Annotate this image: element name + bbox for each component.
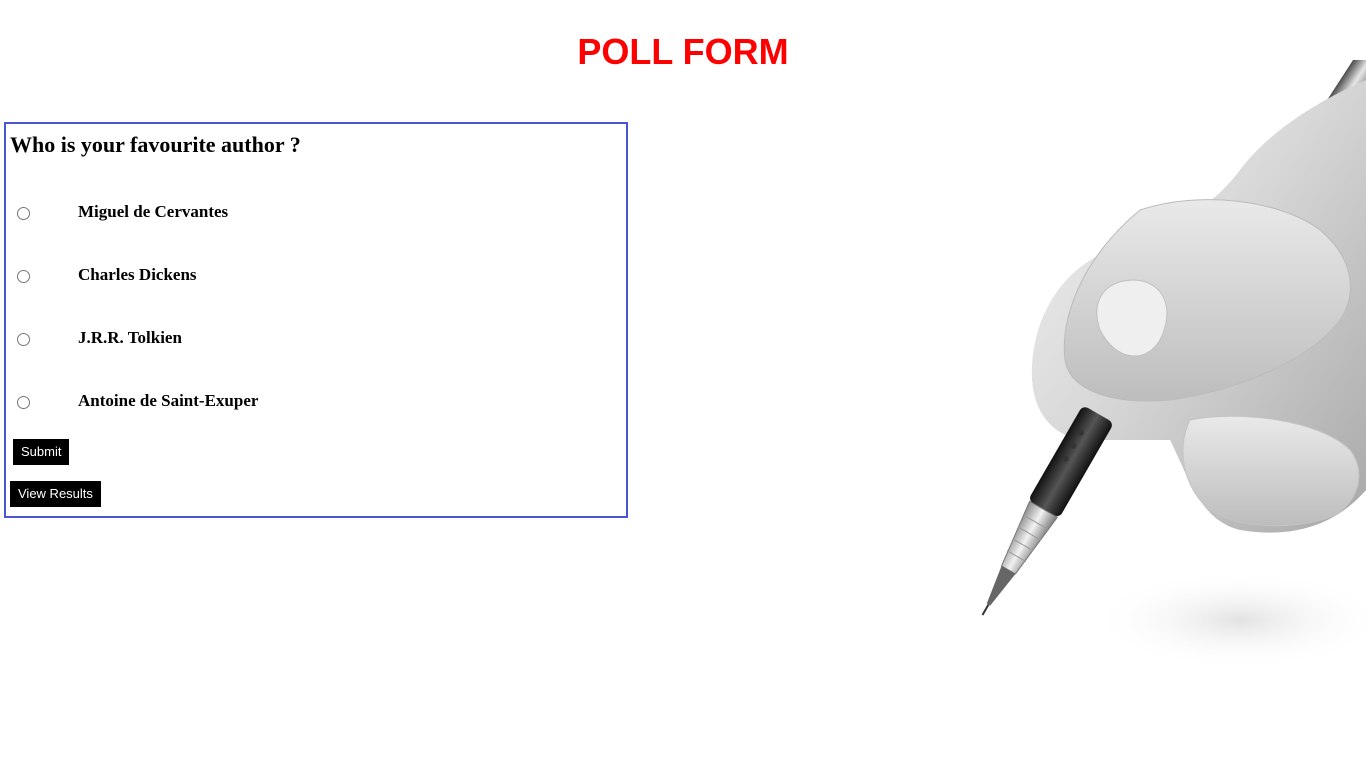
poll-question: Who is your favourite author ? bbox=[10, 132, 301, 157]
poll-option-label: Miguel de Cervantes bbox=[78, 202, 229, 221]
poll-option[interactable]: Miguel de Cervantes bbox=[6, 202, 606, 226]
page: POLL FORM Who is your favourite author ?… bbox=[0, 0, 1366, 768]
radio-button[interactable] bbox=[17, 396, 30, 409]
radio-button[interactable] bbox=[17, 207, 30, 220]
poll-option[interactable]: J.R.R. Tolkien bbox=[6, 328, 606, 352]
poll-option-label: J.R.R. Tolkien bbox=[78, 328, 182, 347]
radio-button[interactable] bbox=[17, 333, 30, 346]
hand-holding-pen-icon bbox=[940, 56, 1366, 700]
poll-option[interactable]: Antoine de Saint-Exuper bbox=[6, 391, 606, 415]
poll-option-label: Antoine de Saint-Exuper bbox=[78, 391, 259, 410]
submit-button[interactable]: Submit bbox=[13, 439, 70, 465]
poll-option[interactable]: Charles Dickens bbox=[6, 265, 606, 289]
poll-form: Who is your favourite author ? Miguel de… bbox=[4, 122, 628, 518]
view-results-button[interactable]: View Results bbox=[10, 481, 101, 507]
poll-option-label: Charles Dickens bbox=[78, 265, 197, 284]
radio-button[interactable] bbox=[17, 270, 30, 283]
